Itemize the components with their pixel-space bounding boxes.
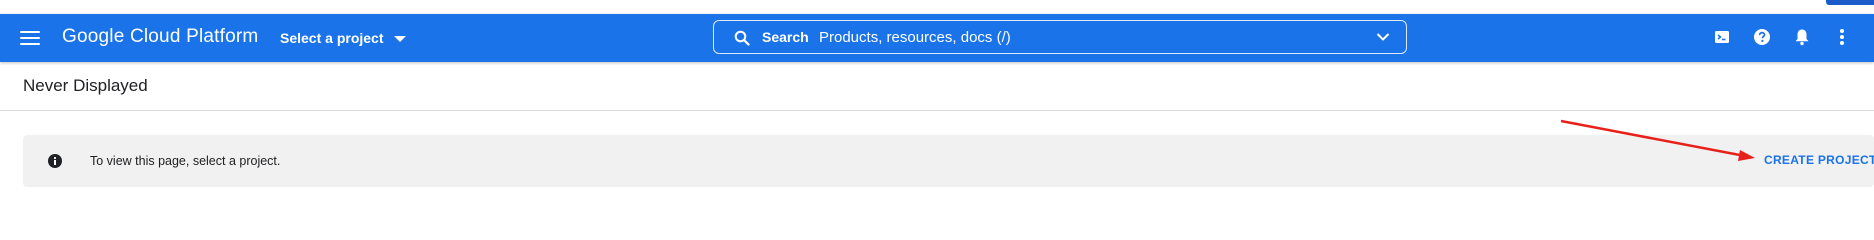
app-bar: Google Cloud Platform Select a project S… — [0, 14, 1874, 62]
project-selector[interactable]: Select a project — [280, 30, 406, 46]
page-title: Never Displayed — [23, 76, 148, 95]
platform-brand[interactable]: Google Cloud Platform — [62, 26, 258, 48]
navigation-menu-button[interactable] — [20, 28, 42, 48]
info-icon — [48, 154, 62, 168]
cloud-shell-icon — [1715, 31, 1729, 43]
chevron-down-icon[interactable] — [1376, 32, 1390, 42]
header-divider — [0, 110, 1874, 111]
notifications-button[interactable] — [1790, 25, 1814, 49]
cloud-shell-button[interactable] — [1710, 25, 1734, 49]
toolbar-actions — [1710, 25, 1854, 49]
browser-top-strip — [0, 0, 1874, 14]
search-bar[interactable]: Search Products, resources, docs (/) — [713, 20, 1407, 54]
project-selector-label: Select a project — [280, 30, 384, 46]
search-placeholder: Products, resources, docs (/) — [819, 29, 1011, 46]
create-project-button[interactable]: CREATE PROJECT — [1764, 153, 1874, 167]
more-options-button[interactable] — [1830, 25, 1854, 49]
dropdown-arrow-icon — [393, 36, 406, 42]
more-vert-icon — [1840, 29, 1844, 45]
notifications-icon — [1795, 29, 1809, 46]
banner-message: To view this page, select a project. — [90, 154, 281, 168]
help-button[interactable] — [1750, 25, 1774, 49]
help-icon — [1754, 29, 1770, 45]
search-label: Search — [762, 29, 809, 45]
select-project-banner: To view this page, select a project. CRE… — [23, 135, 1874, 187]
search-icon — [734, 30, 750, 46]
profile-menu-edge — [1826, 0, 1874, 5]
